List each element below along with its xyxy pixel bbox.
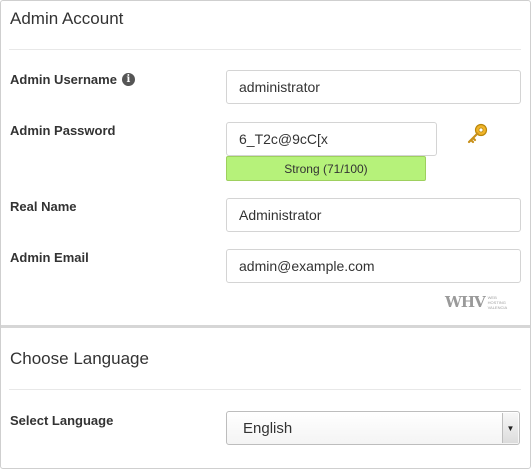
- chevron-down-icon[interactable]: ▼: [502, 413, 518, 443]
- admin-account-heading: Admin Account: [10, 9, 124, 28]
- admin-email-label: Admin Email: [10, 250, 89, 265]
- language-select-value: English: [243, 419, 293, 437]
- choose-language-heading: Choose Language: [10, 349, 149, 368]
- info-icon[interactable]: i: [121, 73, 135, 86]
- installer-panel: Admin Account Admin Username i Admin Pas…: [0, 0, 531, 469]
- password-strength-text: Strong (71/100): [284, 161, 368, 176]
- divider: [9, 389, 521, 390]
- watermark-logo-text: WHV: [445, 293, 486, 311]
- key-icon[interactable]: [466, 122, 490, 146]
- section-separator: [1, 325, 530, 328]
- admin-username-input[interactable]: [226, 70, 521, 104]
- watermark-logo: WHV WEB HOSTING VALENCIA: [445, 293, 507, 311]
- admin-email-input[interactable]: [226, 249, 521, 283]
- admin-username-label: Admin Username i: [10, 72, 135, 87]
- watermark-line: VALENCIA: [487, 304, 508, 310]
- real-name-input[interactable]: [226, 198, 521, 232]
- admin-username-label-text: Admin Username: [10, 72, 117, 87]
- select-language-label: Select Language: [10, 413, 114, 428]
- divider: [9, 49, 521, 50]
- admin-password-input[interactable]: [226, 122, 437, 156]
- real-name-label: Real Name: [10, 199, 77, 214]
- password-strength-meter: Strong (71/100): [226, 156, 426, 181]
- admin-password-label: Admin Password: [10, 123, 116, 138]
- watermark-subtext: WEB HOSTING VALENCIA: [488, 295, 508, 310]
- language-select[interactable]: English ▼: [226, 411, 520, 445]
